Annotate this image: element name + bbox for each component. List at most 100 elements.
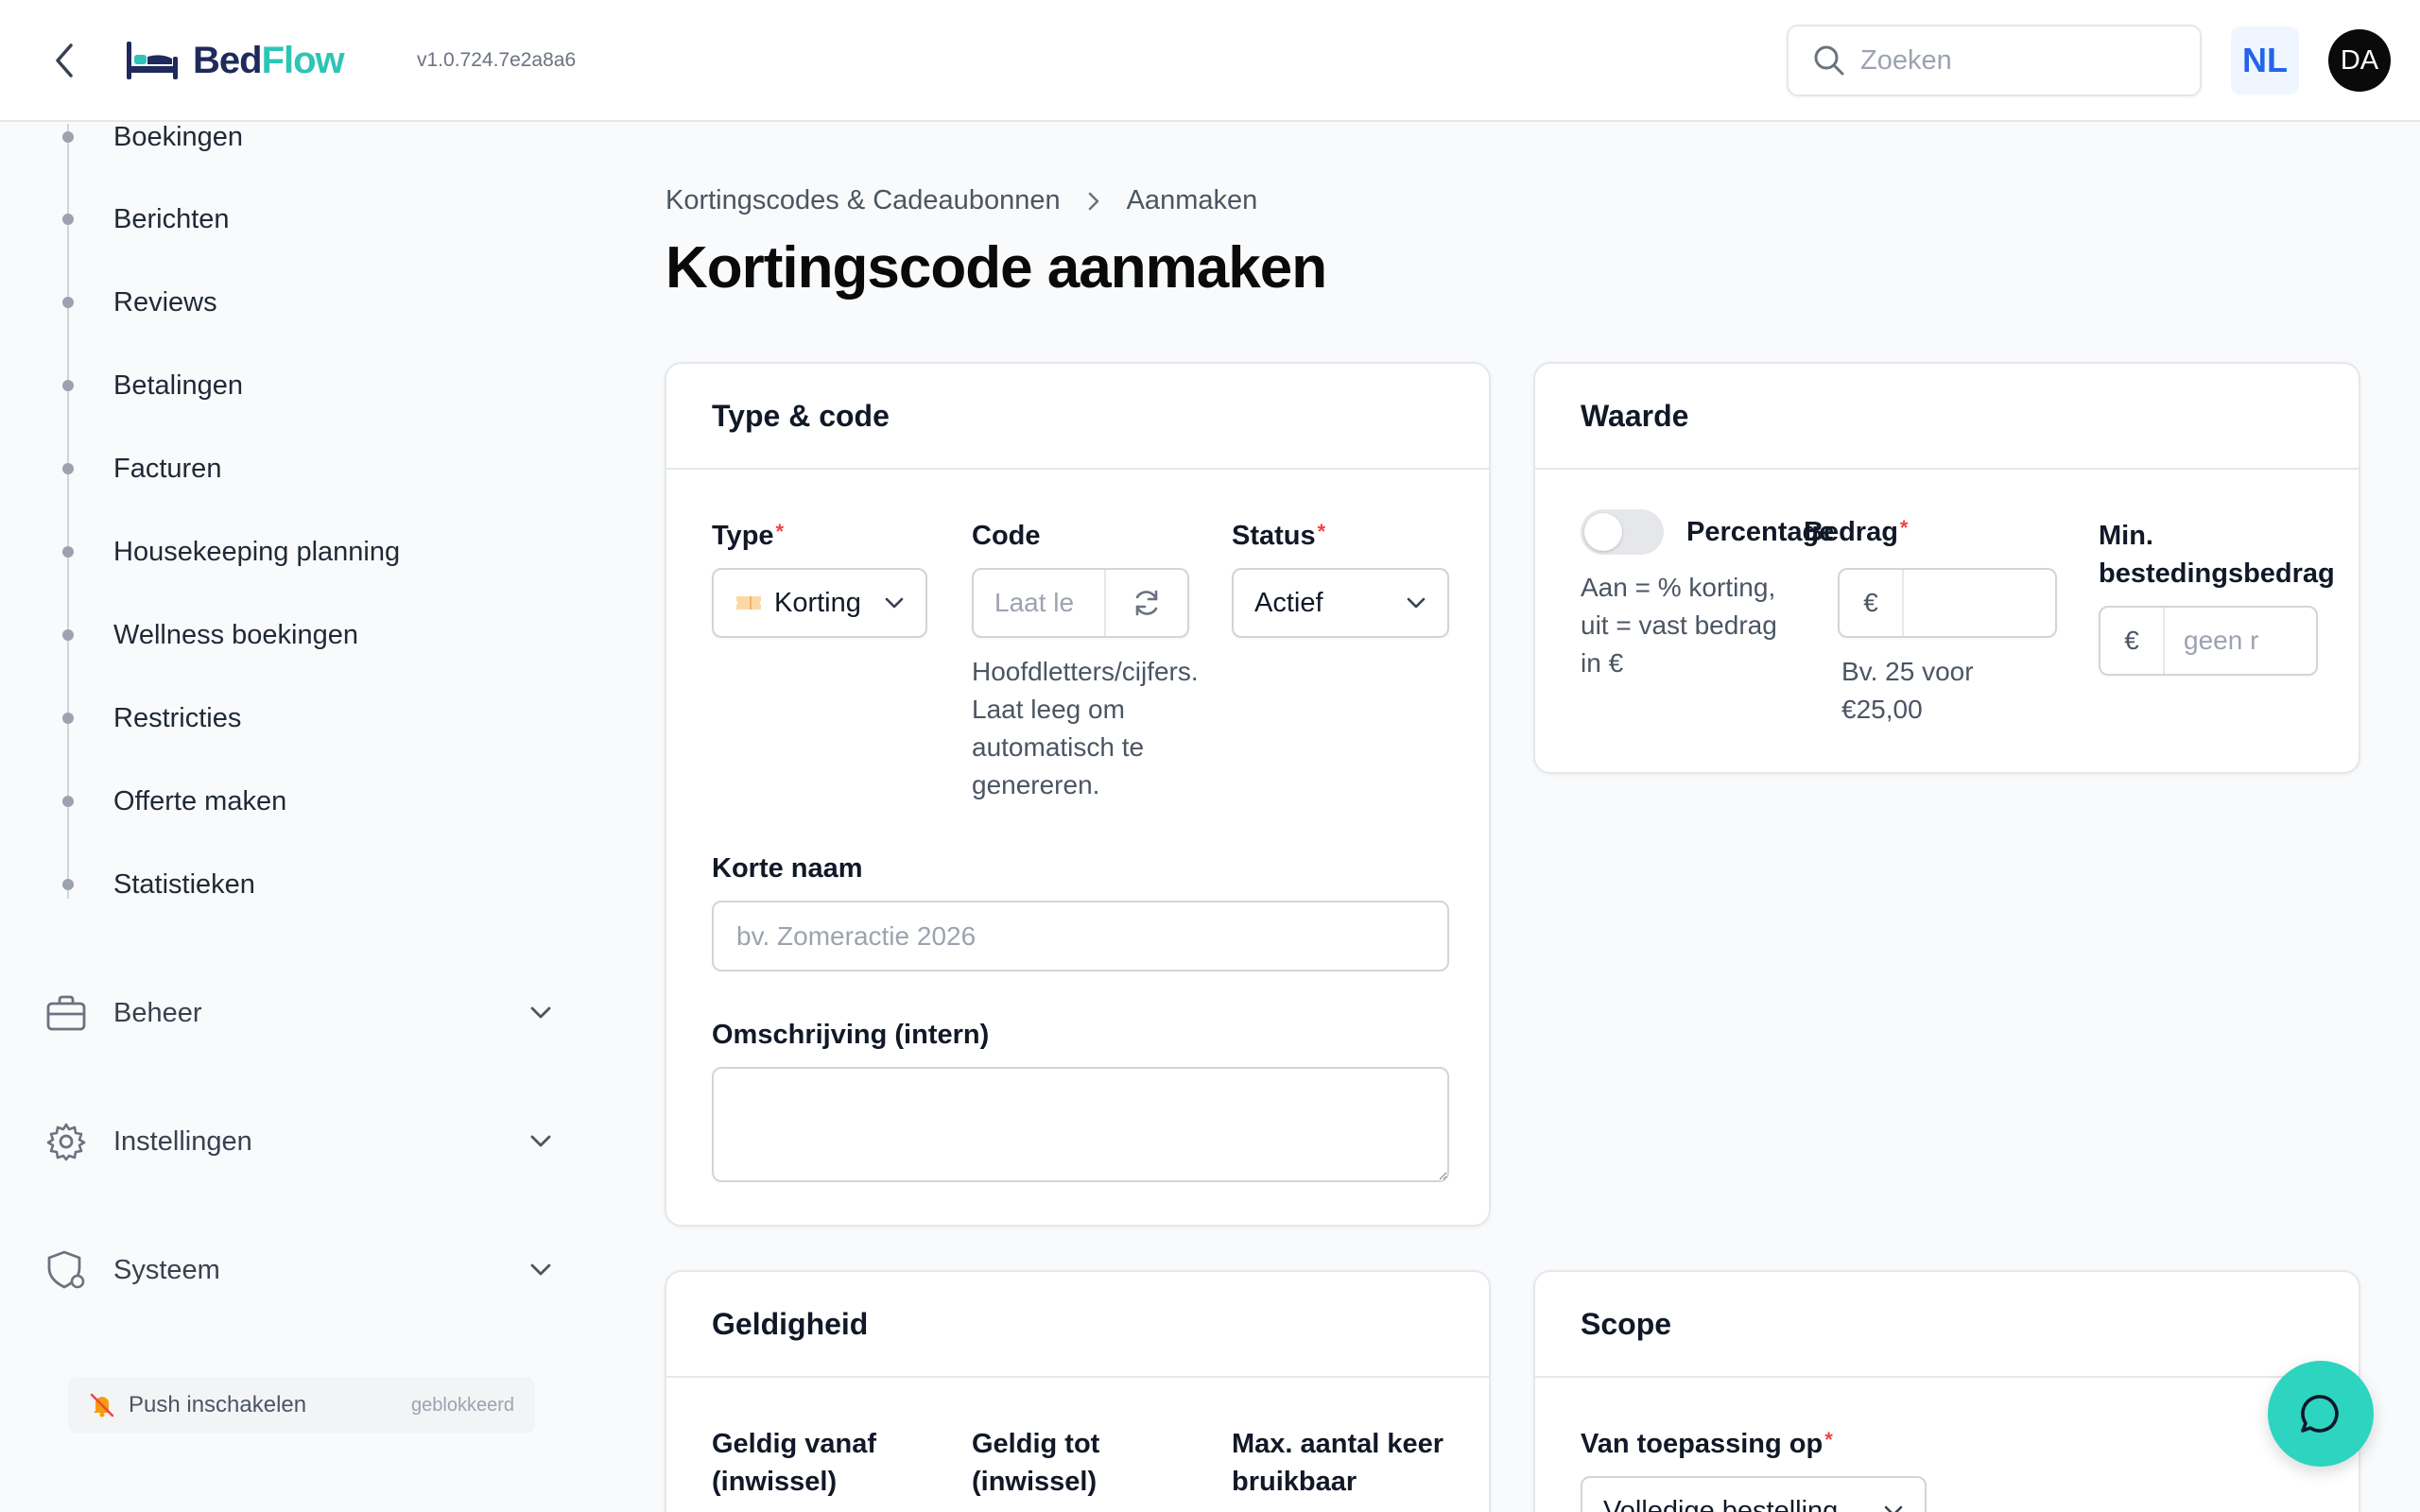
percentage-help-text: Aan = % korting, uit = vast bedrag in € <box>1581 569 1777 682</box>
sidebar-item-facturen[interactable]: Facturen <box>0 440 567 497</box>
sidebar-item-boekingen[interactable]: Boekingen <box>0 109 567 165</box>
type-label-text: Type <box>712 521 774 551</box>
required-marker: * <box>1899 516 1909 540</box>
sidebar-item-berichten[interactable]: Berichten <box>0 191 567 248</box>
sidebar: Boekingen Berichten Reviews Betalingen F… <box>0 122 586 1512</box>
short-name-input[interactable] <box>712 901 1449 971</box>
status-label-text: Status <box>1232 521 1316 551</box>
sidebar-item-label: Wellness boekingen <box>113 619 359 650</box>
amount-label: Bedrag* <box>1804 513 1908 551</box>
max-uses-label: Max. aantal keer bruikbaar <box>1232 1425 1443 1501</box>
card-title: Scope <box>1535 1272 2359 1378</box>
card-title: Type & code <box>666 364 1489 470</box>
applies-to-select[interactable]: Volledige bestelling <box>1581 1476 1927 1512</box>
sidebar-item-label: Reviews <box>113 286 217 318</box>
sidebar-group-instellingen[interactable]: Instellingen <box>45 1111 556 1172</box>
help-line: genereren. <box>972 770 1100 799</box>
description-textarea[interactable] <box>712 1067 1449 1182</box>
chevron-down-icon <box>526 998 556 1028</box>
sidebar-item-housekeeping-planning[interactable]: Housekeeping planning <box>0 524 567 580</box>
ticket-icon <box>736 596 761 610</box>
back-button[interactable] <box>45 38 83 83</box>
sidebar-item-label: Restricties <box>113 702 242 733</box>
label-line: Geldig vanaf <box>712 1429 877 1459</box>
sidebar-item-offerte-maken[interactable]: Offerte maken <box>0 773 567 830</box>
min-spend-input[interactable] <box>2165 608 2316 674</box>
push-label: Push inschakelen <box>129 1392 307 1418</box>
sidebar-item-reviews[interactable]: Reviews <box>0 274 567 331</box>
bedflow-logo[interactable]: BedFlow <box>125 34 345 87</box>
sidebar-group-label: Instellingen <box>113 1125 252 1157</box>
scope-card: Scope Van toepassing op* Volledige beste… <box>1533 1270 2360 1512</box>
nav-bullet <box>62 796 74 807</box>
value-card: Waarde Percentage Aan = % korting, uit =… <box>1533 362 2360 774</box>
chevron-down-icon <box>1884 1505 1903 1512</box>
label-line: Geldig tot <box>972 1429 1100 1459</box>
chat-button[interactable] <box>2268 1361 2374 1467</box>
refresh-icon <box>1135 590 1158 616</box>
short-name-label: Korte naam <box>712 853 863 884</box>
type-select[interactable]: Korting <box>712 568 927 638</box>
label-line: bruikbaar <box>1232 1467 1357 1497</box>
search-icon <box>1814 45 1844 76</box>
push-status: geblokkeerd <box>411 1394 514 1416</box>
chevron-right-icon <box>1088 192 1098 210</box>
status-select[interactable]: Actief <box>1232 568 1449 638</box>
sidebar-item-betalingen[interactable]: Betalingen <box>0 357 567 414</box>
type-select-value: Korting <box>774 587 861 618</box>
language-switch-button[interactable]: NL <box>2231 26 2299 94</box>
sidebar-item-restricties[interactable]: Restricties <box>0 690 567 747</box>
amount-input[interactable] <box>1904 570 2055 636</box>
nav-bullet <box>62 214 74 225</box>
search-box[interactable] <box>1787 25 2202 96</box>
sidebar-item-wellness-boekingen[interactable]: Wellness boekingen <box>0 607 567 663</box>
chevron-down-icon <box>885 597 904 609</box>
help-line: Laat leeg om <box>972 695 1125 724</box>
logo-flow-text: Flow <box>261 39 345 81</box>
user-avatar[interactable]: DA <box>2328 29 2391 92</box>
required-marker: * <box>1317 520 1326 543</box>
gear-icon <box>45 1121 87 1162</box>
sidebar-item-label: Boekingen <box>113 121 244 152</box>
help-line: uit = vast bedrag <box>1581 610 1777 640</box>
breadcrumb-current: Aanmaken <box>1126 185 1258 215</box>
help-line: in € <box>1581 648 1624 678</box>
sidebar-item-label: Offerte maken <box>113 785 287 816</box>
help-line: Bv. 25 voor <box>1841 657 1974 686</box>
push-notifications-button[interactable]: Push inschakelen geblokkeerd <box>68 1377 535 1434</box>
toggle-knob <box>1584 513 1622 551</box>
applies-to-label-text: Van toepassing op <box>1581 1429 1824 1459</box>
logo-wordmark: BedFlow <box>193 39 345 82</box>
label-line: Max. aantal keer <box>1232 1429 1444 1459</box>
chat-bubble-icon <box>2301 1395 2339 1433</box>
code-input[interactable] <box>974 570 1104 636</box>
valid-to-label: Geldig tot (inwissel) <box>972 1425 1099 1501</box>
description-label: Omschrijving (intern) <box>712 1020 990 1050</box>
required-marker: * <box>775 520 785 543</box>
help-line: automatisch te <box>972 732 1145 762</box>
sidebar-item-label: Facturen <box>113 453 222 484</box>
min-spend-label: Min. bestedingsbedrag <box>2099 517 2335 593</box>
breadcrumb-parent-link[interactable]: Kortingscodes & Cadeaubonnen <box>666 185 1061 216</box>
chevron-down-icon <box>526 1126 556 1157</box>
code-help-text: Hoofdletters/cijfers. Laat leeg om autom… <box>972 653 1199 804</box>
sidebar-group-beheer[interactable]: Beheer <box>45 983 556 1043</box>
page-title: Kortingscode aanmaken <box>666 235 1327 301</box>
briefcase-icon <box>45 992 87 1034</box>
sidebar-item-statistieken[interactable]: Statistieken <box>0 856 567 913</box>
nav-bullet <box>62 297 74 308</box>
code-label: Code <box>972 521 1041 551</box>
chevron-down-icon <box>526 1255 556 1285</box>
generate-code-button[interactable] <box>1104 570 1187 636</box>
chevron-down-icon <box>1407 597 1426 609</box>
sidebar-group-systeem[interactable]: Systeem <box>45 1240 556 1300</box>
sidebar-item-label: Housekeeping planning <box>113 536 401 567</box>
code-field <box>972 568 1189 638</box>
percentage-toggle[interactable] <box>1581 509 1664 555</box>
nav-bullet <box>62 131 74 143</box>
card-title: Geldigheid <box>666 1272 1489 1378</box>
type-code-card: Type & code Type* Korting Code Hoofdlett… <box>665 362 1491 1227</box>
search-input[interactable] <box>1860 44 2182 77</box>
app-version: v1.0.724.7e2a8a6 <box>417 49 577 71</box>
help-line: €25,00 <box>1841 695 1923 724</box>
